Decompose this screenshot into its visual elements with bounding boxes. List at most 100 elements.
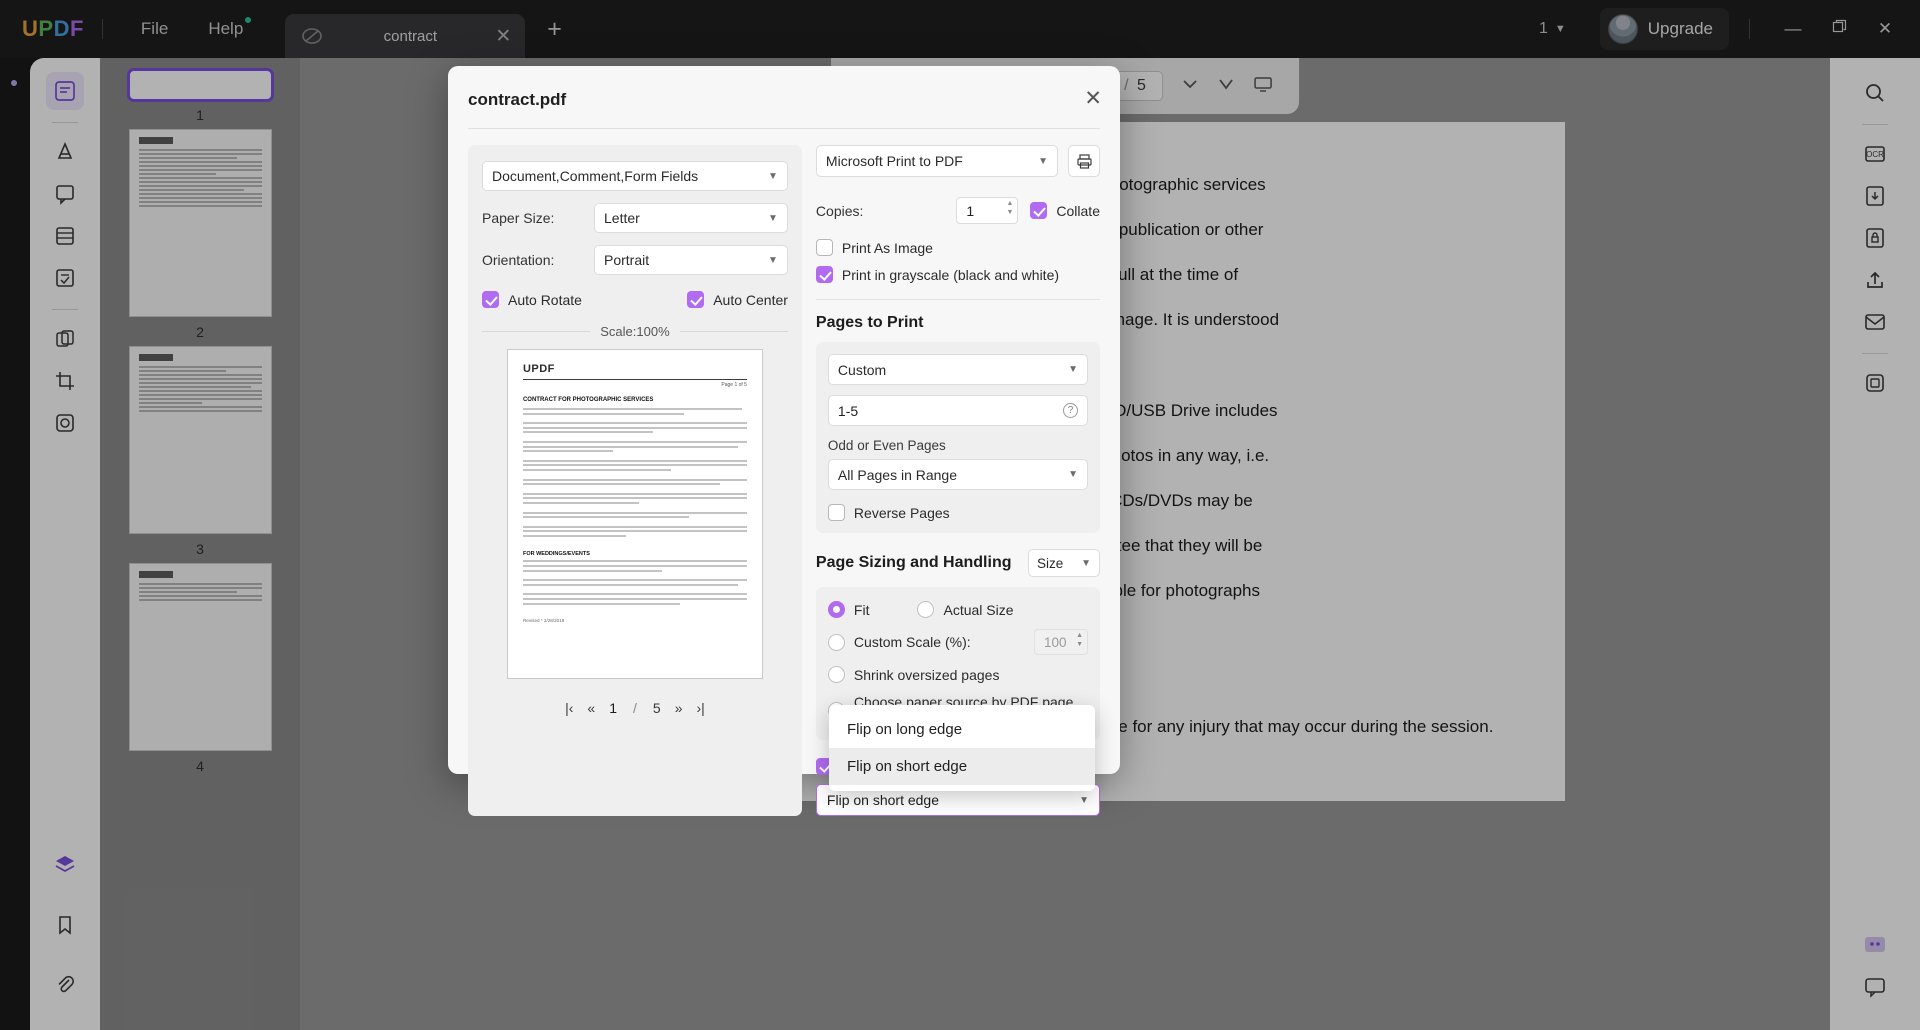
pages-mode-value: Custom <box>837 361 887 378</box>
orientation-label: Orientation: <box>482 252 555 268</box>
fit-label: Fit <box>853 601 870 618</box>
app-window: UPDF File Help contract ✕ + 1 ▼ Upgrade <box>0 0 1920 1030</box>
paper-size-value: Letter <box>604 210 640 226</box>
shrink-row[interactable]: Shrink oversized pages <box>827 666 1088 683</box>
paper-size-row: Paper Size: Letter ▼ <box>482 203 788 233</box>
paper-size-label: Paper Size: <box>482 210 555 226</box>
copies-value: 1 <box>966 202 975 219</box>
preview-page-total: 5 <box>652 700 661 716</box>
preview-page-nav: |‹ « 1 / 5 » ›| <box>527 691 742 725</box>
pages-mode-select[interactable]: Custom ▼ <box>827 354 1088 385</box>
custom-scale-stepper[interactable]: 100 ▲ ▼ <box>1034 629 1088 655</box>
content-select[interactable]: Document,Comment,Form Fields ▼ <box>482 161 788 191</box>
help-icon[interactable]: ? <box>1063 403 1078 418</box>
pages-to-print-title: Pages to Print <box>815 314 924 331</box>
orientation-value: Portrait <box>604 252 650 268</box>
fit-radio[interactable] <box>827 601 845 618</box>
actual-size-radio[interactable] <box>917 601 935 618</box>
odd-even-value: All Pages in Range <box>837 466 957 483</box>
reverse-pages-checkbox[interactable] <box>827 504 845 521</box>
chevron-down-icon: ▼ <box>1079 794 1089 806</box>
chevron-down-icon: ▼ <box>768 170 778 182</box>
flip-edge-value: Flip on short edge <box>826 792 939 808</box>
fit-row[interactable]: Fit Actual Size <box>827 601 1088 618</box>
first-page-icon[interactable]: |‹ <box>565 700 573 716</box>
odd-even-label: Odd or Even Pages <box>827 438 946 453</box>
auto-options-row: Auto Rotate Auto Center <box>482 291 788 308</box>
shrink-radio[interactable] <box>827 666 845 683</box>
collate-checkbox[interactable] <box>1030 202 1048 219</box>
last-page-icon[interactable]: ›| <box>696 700 704 716</box>
dialog-close-icon[interactable]: ✕ <box>1084 88 1102 109</box>
preview-heading: CONTRACT FOR PHOTOGRAPHIC SERVICES <box>522 397 654 403</box>
orientation-row: Orientation: Portrait ▼ <box>482 245 788 275</box>
preview-subheading: FOR WEDDINGS/EVENTS <box>522 551 590 558</box>
chevron-down-icon: ▼ <box>1081 557 1091 569</box>
printer-value: Microsoft Print to PDF <box>825 153 963 169</box>
actual-size-label: Actual Size <box>943 601 1014 618</box>
collate-option[interactable]: Collate <box>1030 202 1100 219</box>
collate-label: Collate <box>1056 202 1100 219</box>
divider <box>522 379 747 380</box>
page-sizing-title: Page Sizing and Handling <box>815 554 1012 571</box>
custom-scale-row[interactable]: Custom Scale (%): 100 ▲ ▼ <box>827 629 1088 655</box>
auto-center-label: Auto Center <box>713 291 788 308</box>
auto-rotate-checkbox[interactable] <box>482 291 499 308</box>
content-select-value: Document,Comment,Form Fields <box>492 168 699 184</box>
sizing-mode-value: Size <box>1037 555 1064 571</box>
divider <box>815 299 1100 300</box>
custom-scale-value: 100 <box>1044 634 1067 650</box>
auto-rotate-label: Auto Rotate <box>508 291 582 308</box>
pages-to-print-card: Custom ▼ 1-5 ? Odd or Even Pages All Pag… <box>815 342 1100 533</box>
preview-revised: Revised * 2/28/2019 <box>522 618 565 624</box>
reverse-pages-label: Reverse Pages <box>853 504 950 521</box>
prev-page-icon[interactable]: « <box>587 700 595 716</box>
chevron-down-icon: ▼ <box>1038 155 1048 167</box>
pages-range-value: 1-5 <box>837 402 859 419</box>
custom-scale-label: Custom Scale (%): <box>853 634 971 650</box>
grayscale-row[interactable]: Print in grayscale (black and white) <box>815 266 1100 283</box>
print-as-image-checkbox[interactable] <box>815 239 833 256</box>
shrink-label: Shrink oversized pages <box>853 666 1000 683</box>
stepper-arrows-icon[interactable]: ▲ ▼ <box>1006 200 1013 216</box>
chevron-down-icon: ▼ <box>768 212 778 224</box>
pages-range-input[interactable]: 1-5 ? <box>827 395 1088 426</box>
auto-center-checkbox[interactable] <box>687 291 705 308</box>
orientation-select[interactable]: Portrait ▼ <box>594 245 788 275</box>
preview-page-current: 1 <box>609 700 617 716</box>
printer-select[interactable]: Microsoft Print to PDF ▼ <box>815 145 1058 177</box>
sizing-mode-select[interactable]: Size ▼ <box>1028 549 1100 577</box>
divider <box>679 331 788 332</box>
preview-logo: UPDF <box>522 363 555 375</box>
printer-properties-button[interactable] <box>1068 145 1100 177</box>
copies-stepper[interactable]: 1 ▲ ▼ <box>956 197 1019 224</box>
copies-row: Copies: 1 ▲ ▼ Collate <box>816 197 1100 224</box>
page-sizing-header: Page Sizing and Handling Size ▼ <box>816 549 1100 577</box>
next-page-icon[interactable]: » <box>675 700 683 716</box>
grayscale-checkbox[interactable] <box>815 266 833 283</box>
divider <box>482 331 591 332</box>
stepper-arrows-icon[interactable]: ▲ ▼ <box>1076 632 1083 648</box>
preview-page-sep: / <box>633 700 637 716</box>
preview-page-of: Page 1 of 5 <box>721 382 747 388</box>
print-as-image-label: Print As Image <box>841 239 933 256</box>
print-preview: UPDF Page 1 of 5 CONTRACT FOR PHOTOGRAPH… <box>506 349 763 679</box>
grayscale-label: Print in grayscale (black and white) <box>841 266 1060 283</box>
preview-settings-card: Document,Comment,Form Fields ▼ Paper Siz… <box>468 145 802 816</box>
dialog-title: contract.pdf <box>468 90 567 109</box>
printer-row: Microsoft Print to PDF ▼ <box>815 145 1100 177</box>
odd-even-select[interactable]: All Pages in Range ▼ <box>827 459 1088 490</box>
custom-scale-radio[interactable] <box>827 633 845 651</box>
scale-text: Scale:100% <box>600 324 670 339</box>
scale-row: Scale:100% <box>482 324 788 339</box>
chevron-down-icon: ▼ <box>1068 469 1078 480</box>
dropdown-option-flip-short-edge[interactable]: Flip on short edge <box>829 748 1095 785</box>
paper-size-select[interactable]: Letter ▼ <box>594 203 788 233</box>
chevron-down-icon: ▼ <box>1068 364 1078 375</box>
reverse-pages-row[interactable]: Reverse Pages <box>827 504 1088 521</box>
print-dialog: contract.pdf ✕ Document,Comment,Form Fie… <box>448 66 1120 816</box>
copies-label: Copies: <box>815 202 864 219</box>
dropdown-option-flip-long-edge[interactable]: Flip on long edge <box>829 711 1095 748</box>
print-as-image-row[interactable]: Print As Image <box>815 239 1100 256</box>
chevron-down-icon: ▼ <box>768 254 778 266</box>
